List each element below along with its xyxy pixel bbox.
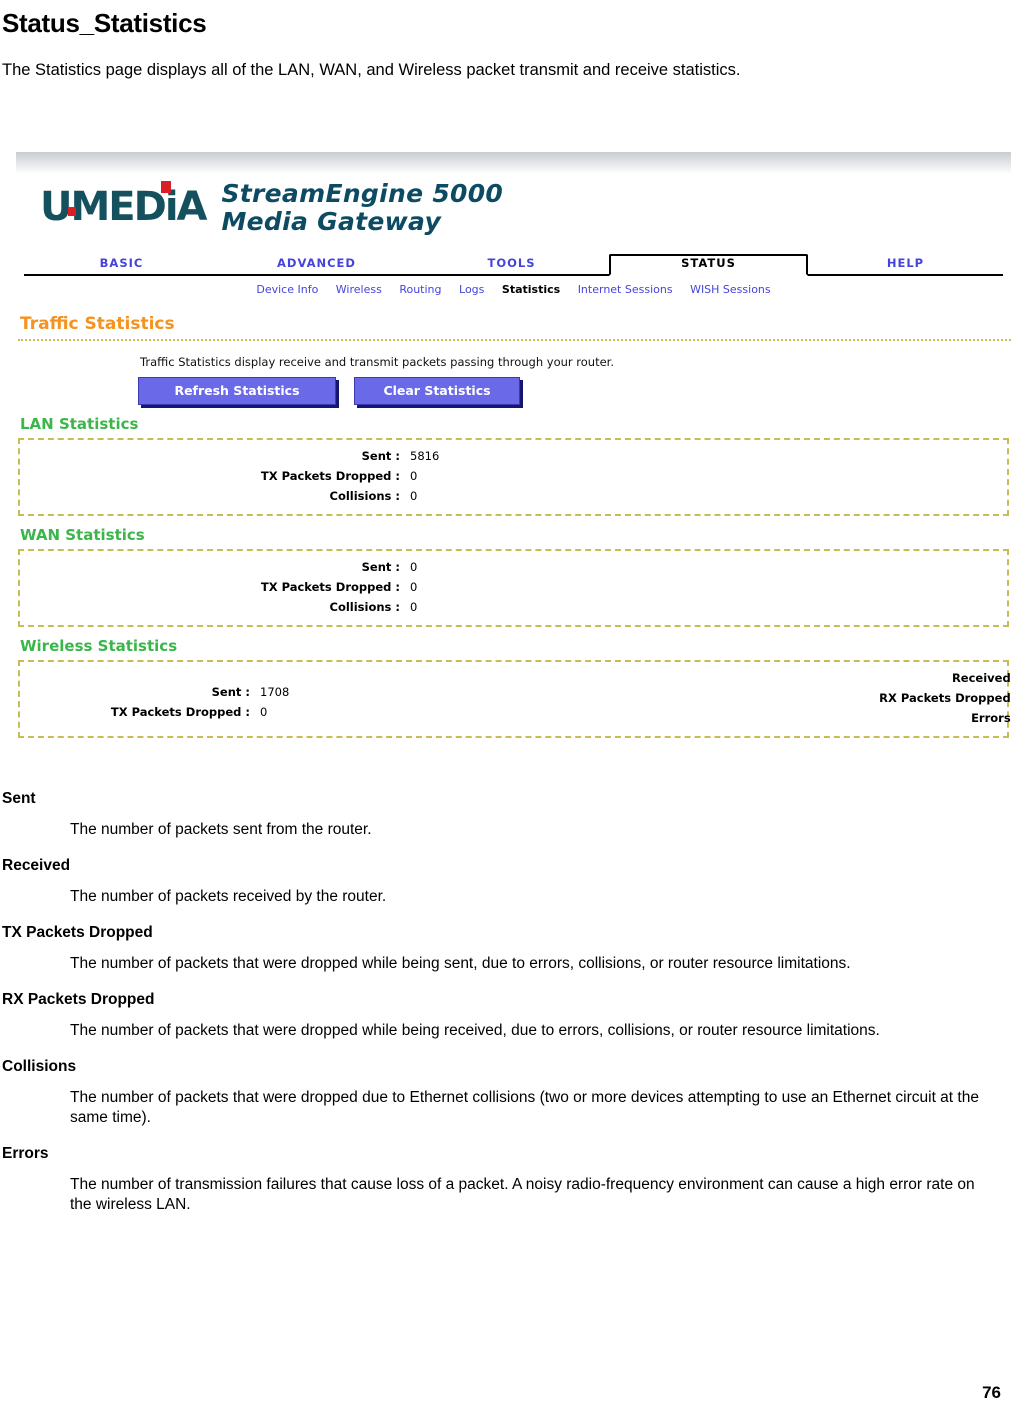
subtab-logs[interactable]: Logs: [459, 283, 484, 296]
wireless-sent-label: Sent :: [211, 685, 250, 699]
wan-tx-dropped-row: TX Packets Dropped : 0: [240, 577, 417, 597]
wireless-tx-dropped-row: TX Packets Dropped : 0: [90, 702, 289, 722]
definition-desc-collisions: The number of packets that were dropped …: [70, 1089, 979, 1126]
lan-statistics-box: Sent : 5816 TX Packets Dropped : 0 Colli…: [18, 438, 1009, 516]
wireless-sent-value: 1708: [260, 685, 290, 699]
definition-term-errors: Errors: [2, 1145, 49, 1162]
subtab-statistics[interactable]: Statistics: [502, 283, 560, 296]
router-brand-row: UMEDiA StreamEngine 5000 Media Gateway: [16, 174, 1011, 246]
definition-desc-received: The number of packets received by the ro…: [70, 888, 387, 905]
subtab-device-info[interactable]: Device Info: [256, 283, 318, 296]
wireless-statistics-box: Sent : 1708 TX Packets Dropped : 0 Recei…: [18, 660, 1011, 738]
lan-tx-dropped-value: 0: [410, 469, 418, 483]
wan-collisions-value: 0: [410, 600, 418, 614]
wan-received-row: Received : 0: [992, 557, 1011, 577]
definition-term-tx-packets-dropped: TX Packets Dropped: [2, 924, 153, 941]
lan-sent-value: 5816: [410, 449, 440, 463]
lan-statistics-heading: LAN Statistics: [20, 415, 139, 433]
definition-term-rx-packets-dropped: RX Packets Dropped: [2, 991, 155, 1008]
product-name: StreamEngine 5000 Media Gateway: [221, 176, 503, 236]
lan-collisions-label: Collisions :: [329, 489, 401, 503]
definition-desc-tx-packets-dropped: The number of packets that were dropped …: [70, 955, 851, 972]
subtab-internet-sessions[interactable]: Internet Sessions: [578, 283, 673, 296]
wireless-tx-dropped-value: 0: [260, 705, 268, 719]
definition-desc-rx-packets-dropped: The number of packets that were dropped …: [70, 1022, 880, 1039]
wireless-received-row: Received : 0: [859, 668, 1011, 688]
wan-stats-left-column: Sent : 0 TX Packets Dropped : 0 Collisio…: [20, 557, 417, 617]
umedia-logo-text: UMEDiA: [40, 184, 207, 230]
lan-sent-row: Sent : 5816: [240, 446, 440, 466]
wan-errors-row: Errors : 0: [992, 597, 1011, 617]
subtab-wish-sessions[interactable]: WISH Sessions: [690, 283, 771, 296]
router-web-ui-screenshot: UMEDiA StreamEngine 5000 Media Gateway B…: [16, 152, 1011, 774]
wireless-stats-right-column: Received : 0 RX Packets Dropped : 0 Erro…: [289, 668, 1011, 728]
wan-statistics-heading: WAN Statistics: [20, 526, 145, 544]
wan-statistics-box: Sent : 0 TX Packets Dropped : 0 Collisio…: [18, 549, 1009, 627]
wireless-rx-dropped-label: RX Packets Dropped :: [879, 691, 1011, 705]
product-name-line2: Media Gateway: [221, 207, 442, 236]
wireless-rx-dropped-row: RX Packets Dropped : 0: [859, 688, 1011, 708]
wan-collisions-label: Collisions :: [329, 600, 401, 614]
tab-help[interactable]: HELP: [808, 256, 1003, 274]
page-number: 76: [982, 1383, 1001, 1402]
lan-collisions-row: Collisions : 0: [240, 486, 439, 506]
logo-red-dot-mid-icon: [68, 207, 76, 216]
main-tab-bar: BASIC ADVANCED TOOLS STATUS HELP: [24, 250, 1003, 276]
traffic-statistics-heading: Traffic Statistics: [20, 314, 175, 334]
wan-rx-dropped-label: RX Packets Dropped :: [992, 577, 1011, 597]
wireless-statistics-heading: Wireless Statistics: [20, 637, 178, 655]
subtab-wireless[interactable]: Wireless: [336, 283, 382, 296]
traffic-statistics-note: Traffic Statistics display receive and t…: [140, 355, 615, 369]
tab-advanced[interactable]: ADVANCED: [219, 256, 414, 274]
wireless-errors-label: Errors :: [971, 711, 1011, 725]
wan-received-label: Received :: [992, 557, 1011, 577]
logo-red-dot-top-icon: [161, 181, 172, 193]
wireless-sent-row: Sent : 1708: [90, 682, 290, 702]
definition-desc-sent: The number of packets sent from the rout…: [70, 821, 372, 838]
statistics-content: Traffic Statistics Traffic Statistics di…: [16, 296, 1011, 738]
subtab-routing[interactable]: Routing: [399, 283, 441, 296]
lan-sent-label: Sent :: [361, 449, 400, 463]
wireless-stats-left-column: Sent : 1708 TX Packets Dropped : 0: [20, 668, 289, 728]
wan-stats-right-column: Received : 0 RX Packets Dropped : 0 Erro…: [417, 557, 1011, 617]
page-intro-text: The Statistics page displays all of the …: [2, 61, 741, 79]
tab-tools[interactable]: TOOLS: [414, 256, 609, 274]
wan-errors-label: Errors :: [992, 597, 1011, 617]
tab-status[interactable]: STATUS: [609, 254, 808, 276]
traffic-statistics-divider: [18, 339, 1011, 341]
wan-sent-label: Sent :: [361, 560, 400, 574]
definition-term-sent: Sent: [2, 790, 36, 807]
wireless-statistics-grid: Sent : 1708 TX Packets Dropped : 0 Recei…: [20, 668, 1011, 728]
wan-rx-dropped-row: RX Packets Dropped : 0: [992, 577, 1011, 597]
wan-sent-value: 0: [410, 560, 418, 574]
definition-desc-errors: The number of transmission failures that…: [70, 1176, 975, 1213]
lan-collisions-value: 0: [410, 489, 418, 503]
wan-collisions-row: Collisions : 0: [240, 597, 418, 617]
definition-term-collisions: Collisions: [2, 1058, 77, 1075]
wan-sent-row: Sent : 0: [240, 557, 418, 577]
lan-statistics-grid: Sent : 5816 TX Packets Dropped : 0 Colli…: [20, 446, 1007, 506]
wireless-errors-row: Errors : 0: [859, 708, 1011, 728]
field-definitions-list: Sent The number of packets sent from the…: [2, 790, 1002, 1215]
wan-tx-dropped-label: TX Packets Dropped :: [260, 580, 400, 594]
refresh-statistics-button[interactable]: Refresh Statistics: [138, 377, 336, 405]
lan-stats-right-column: Received : 3832 RX Packets Dropped : 0 E…: [439, 446, 1011, 506]
tab-basic[interactable]: BASIC: [24, 256, 219, 274]
wireless-tx-dropped-label: TX Packets Dropped :: [110, 705, 250, 719]
lan-tx-dropped-label: TX Packets Dropped :: [260, 469, 400, 483]
lan-stats-left-column: Sent : 5816 TX Packets Dropped : 0 Colli…: [20, 446, 439, 506]
router-header-gradient-bar: [16, 152, 1011, 174]
wan-tx-dropped-value: 0: [410, 580, 418, 594]
product-name-line1: StreamEngine 5000: [221, 179, 504, 208]
clear-statistics-button[interactable]: Clear Statistics: [354, 377, 520, 405]
wan-statistics-grid: Sent : 0 TX Packets Dropped : 0 Collisio…: [20, 557, 1007, 617]
page-title: Status_Statistics: [2, 8, 207, 38]
umedia-logo: UMEDiA: [40, 176, 207, 232]
definition-term-received: Received: [2, 857, 71, 874]
lan-tx-dropped-row: TX Packets Dropped : 0: [240, 466, 439, 486]
wireless-received-label: Received :: [951, 671, 1011, 685]
sub-tab-bar: Device Info Wireless Routing Logs Statis…: [16, 283, 1011, 296]
traffic-statistics-button-row: Refresh Statistics Clear Statistics: [138, 377, 1011, 405]
